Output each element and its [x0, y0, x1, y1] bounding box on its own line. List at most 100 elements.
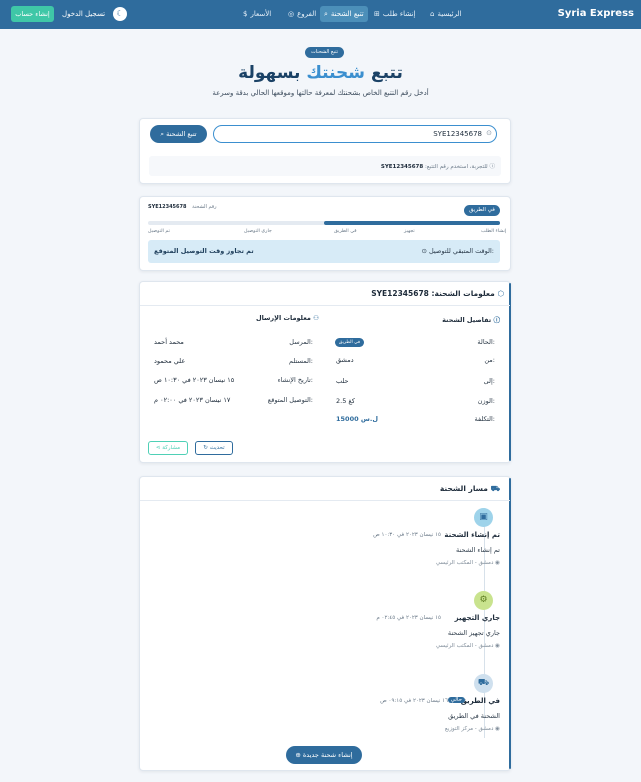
nav-label: إنشاء طلب: [382, 10, 416, 18]
title-part: تتبع: [370, 63, 403, 83]
timeline-title-text: مسار الشحنة: [439, 484, 488, 493]
brand-logo[interactable]: Syria Express: [558, 8, 634, 19]
plus-square-icon: ⊞: [374, 10, 380, 18]
sending-value: علي محمود: [154, 357, 186, 365]
location-text: دمشق - المكتب الرئيسي: [435, 560, 494, 566]
step-label: إنشاء الطلب: [481, 229, 507, 234]
user-icon: ⚇: [313, 314, 319, 322]
sending-label: تاريخ الإنشاء:: [277, 376, 313, 384]
nav-item-branches[interactable]: ◎ الفروع: [284, 6, 320, 22]
map-pin-icon: ◉: [493, 560, 500, 566]
step-label: جاري التوصيل: [244, 229, 272, 234]
sending-label: المستلم:: [289, 357, 313, 365]
sending-value: ١٧ نيسان ٢٠٢٣ في ٠٢:٠٠ م: [154, 396, 231, 404]
signup-button[interactable]: إنشاء حساب: [11, 6, 54, 22]
current-badge: حالي: [447, 697, 465, 703]
home-icon: ⌂: [430, 10, 435, 18]
new-shipment-button[interactable]: ⊕ إنشاء شحنة جديدة: [286, 746, 362, 764]
login-link[interactable]: تسجيل الدخول: [62, 6, 105, 22]
info-title-text: معلومات الشحنة:: [431, 289, 495, 298]
progress-bar: [148, 221, 500, 225]
search-icon: ⌕: [324, 10, 328, 18]
timeline-event-desc: جاري تجهيز الشحنة: [447, 629, 500, 637]
card-accent: [509, 478, 511, 769]
progress-bar-fill: [324, 221, 500, 225]
plus-icon: ⊕: [295, 751, 301, 759]
timeline-event-title: في الطريق: [460, 697, 500, 705]
tracking-input[interactable]: ⊙ SYE12345678: [213, 125, 497, 143]
delivery-alert: ⊙ الوقت المتبقي للتوصيل: تم تجاوز وقت ال…: [148, 240, 500, 263]
status-mini-badge: في الطريق: [335, 338, 364, 347]
cost-value: 15000 ل.س: [336, 415, 378, 423]
nav-item-create-order[interactable]: ⊞ إنشاء طلب: [370, 6, 419, 22]
share-icon: ⋖: [155, 445, 161, 451]
refresh-button[interactable]: ↻ تحديث: [195, 441, 233, 455]
detail-label: التكلفة:: [474, 415, 495, 423]
progress-tracking: SYE12345678: [148, 204, 187, 210]
timeline-event-time: ١٥ نيسان ٢٠٢٣ في ٠٢:٤٥ م: [376, 615, 441, 621]
shipment-info-card: [139, 281, 511, 463]
refresh-label: تحديث: [209, 445, 225, 451]
divider: [140, 305, 510, 306]
sending-label: المرسل:: [289, 338, 313, 346]
details-title-text: تفاصيل الشحنة: [442, 316, 492, 324]
detail-label: إلى:: [483, 377, 495, 385]
timeline-event-title: تم إنشاء الشحنة: [444, 531, 500, 539]
detail-label: من:: [484, 356, 495, 364]
details-section-title: ⓘ تفاصيل الشحنة: [442, 314, 500, 324]
detail-label: الوزن:: [477, 397, 495, 405]
nav-item-prices[interactable]: $ الأسعار: [239, 6, 275, 22]
hint-code: SYE12345678: [380, 164, 424, 170]
title-accent: شحنتك: [306, 63, 366, 83]
nav-label: تتبع الشحنة: [330, 10, 364, 18]
nav-label: الرئيسية: [437, 10, 462, 18]
hint-prefix: للتجربة، استخدم رقم التتبع:: [424, 164, 488, 170]
new-shipment-label: إنشاء شحنة جديدة: [302, 751, 353, 759]
page-subtitle: أدخل رقم التتبع الخاص بشحنتك لمعرفة حالت…: [212, 89, 429, 97]
progress-label: رقم الشحنة: [192, 204, 217, 210]
nav-item-track[interactable]: ⌕ تتبع الشحنة: [320, 6, 368, 22]
timeline-event-time: ١٥ نيسان ٢٠٢٣ في ١٠:٣٠ ص: [373, 532, 441, 538]
progress-tracking-line: SYE12345678 رقم الشحنة: [148, 204, 217, 210]
sending-section-title: ⚇ معلومات الإرسال: [256, 314, 319, 322]
map-pin-icon: ◉: [493, 643, 500, 649]
step-label: تجهيز: [404, 229, 415, 234]
timeline-event-location: ◉ دمشق - المكتب الرئيسي: [436, 560, 500, 566]
sending-value: محمد أحمد: [154, 338, 184, 346]
map-pin-icon: ◉: [493, 726, 500, 732]
refresh-icon: ↻: [203, 445, 208, 451]
timeline-event-location: ◉ دمشق - المكتب الرئيسي: [436, 643, 500, 649]
page-title: تتبع شحنتك بسهولة: [0, 63, 641, 83]
gear-icon: ⚙: [474, 591, 493, 610]
alert-value: تم تجاوز وقت التوصيل المتوقع: [154, 247, 254, 255]
moon-icon[interactable]: ☾: [113, 7, 127, 21]
alert-label-text: الوقت المتبقي للتوصيل:: [429, 247, 494, 255]
title-part: بسهولة: [238, 63, 301, 83]
card-accent: [509, 283, 511, 461]
detail-value: حلب: [336, 377, 349, 385]
location-text: دمشق - مركز التوزيع: [444, 726, 494, 732]
timeline-title: ⛟ مسار الشحنة: [440, 484, 500, 494]
truck-icon: ⛟: [490, 484, 500, 493]
sending-value: ١٥ نيسان ٢٠٢٣ في ١٠:٣٠ ص: [154, 376, 235, 384]
hint-text: ⓘ للتجربة، استخدم رقم التتبع: SYE1234567…: [380, 164, 495, 170]
timeline-event-desc: تم إنشاء الشحنة: [456, 546, 500, 554]
sending-label: التوصيل المتوقع:: [267, 396, 313, 404]
status-badge: في الطريق: [464, 205, 500, 216]
dollar-icon: $: [243, 10, 248, 18]
info-title: ⬡ معلومات الشحنة: SYE12345678: [371, 289, 504, 298]
map-pin-icon: ◎: [288, 10, 295, 18]
info-tracking: SYE12345678: [371, 289, 429, 298]
location-text: دمشق - المكتب الرئيسي: [435, 643, 494, 649]
truck-icon: ⛟: [474, 674, 493, 693]
detail-value: دمشق: [336, 356, 354, 364]
top-navbar: Syria Express ⌂ الرئيسية ⊞ إنشاء طلب ⌕ تتبع…: [0, 0, 641, 29]
nav-item-home[interactable]: ⌂ الرئيسية: [426, 6, 466, 22]
share-button[interactable]: ⋖ مشاركة: [148, 441, 188, 455]
track-button[interactable]: ⌕ تتبع الشحنة: [150, 125, 207, 143]
divider: [140, 500, 510, 501]
timeline-event-desc: الشحنة في الطريق: [448, 712, 500, 720]
timeline-event-time: ١٦ نيسان ٢٠٢٣ في ٠٩:١٥ ص: [380, 698, 448, 704]
share-label: مشاركة: [162, 445, 181, 451]
track-button-label: تتبع الشحنة: [166, 130, 197, 138]
